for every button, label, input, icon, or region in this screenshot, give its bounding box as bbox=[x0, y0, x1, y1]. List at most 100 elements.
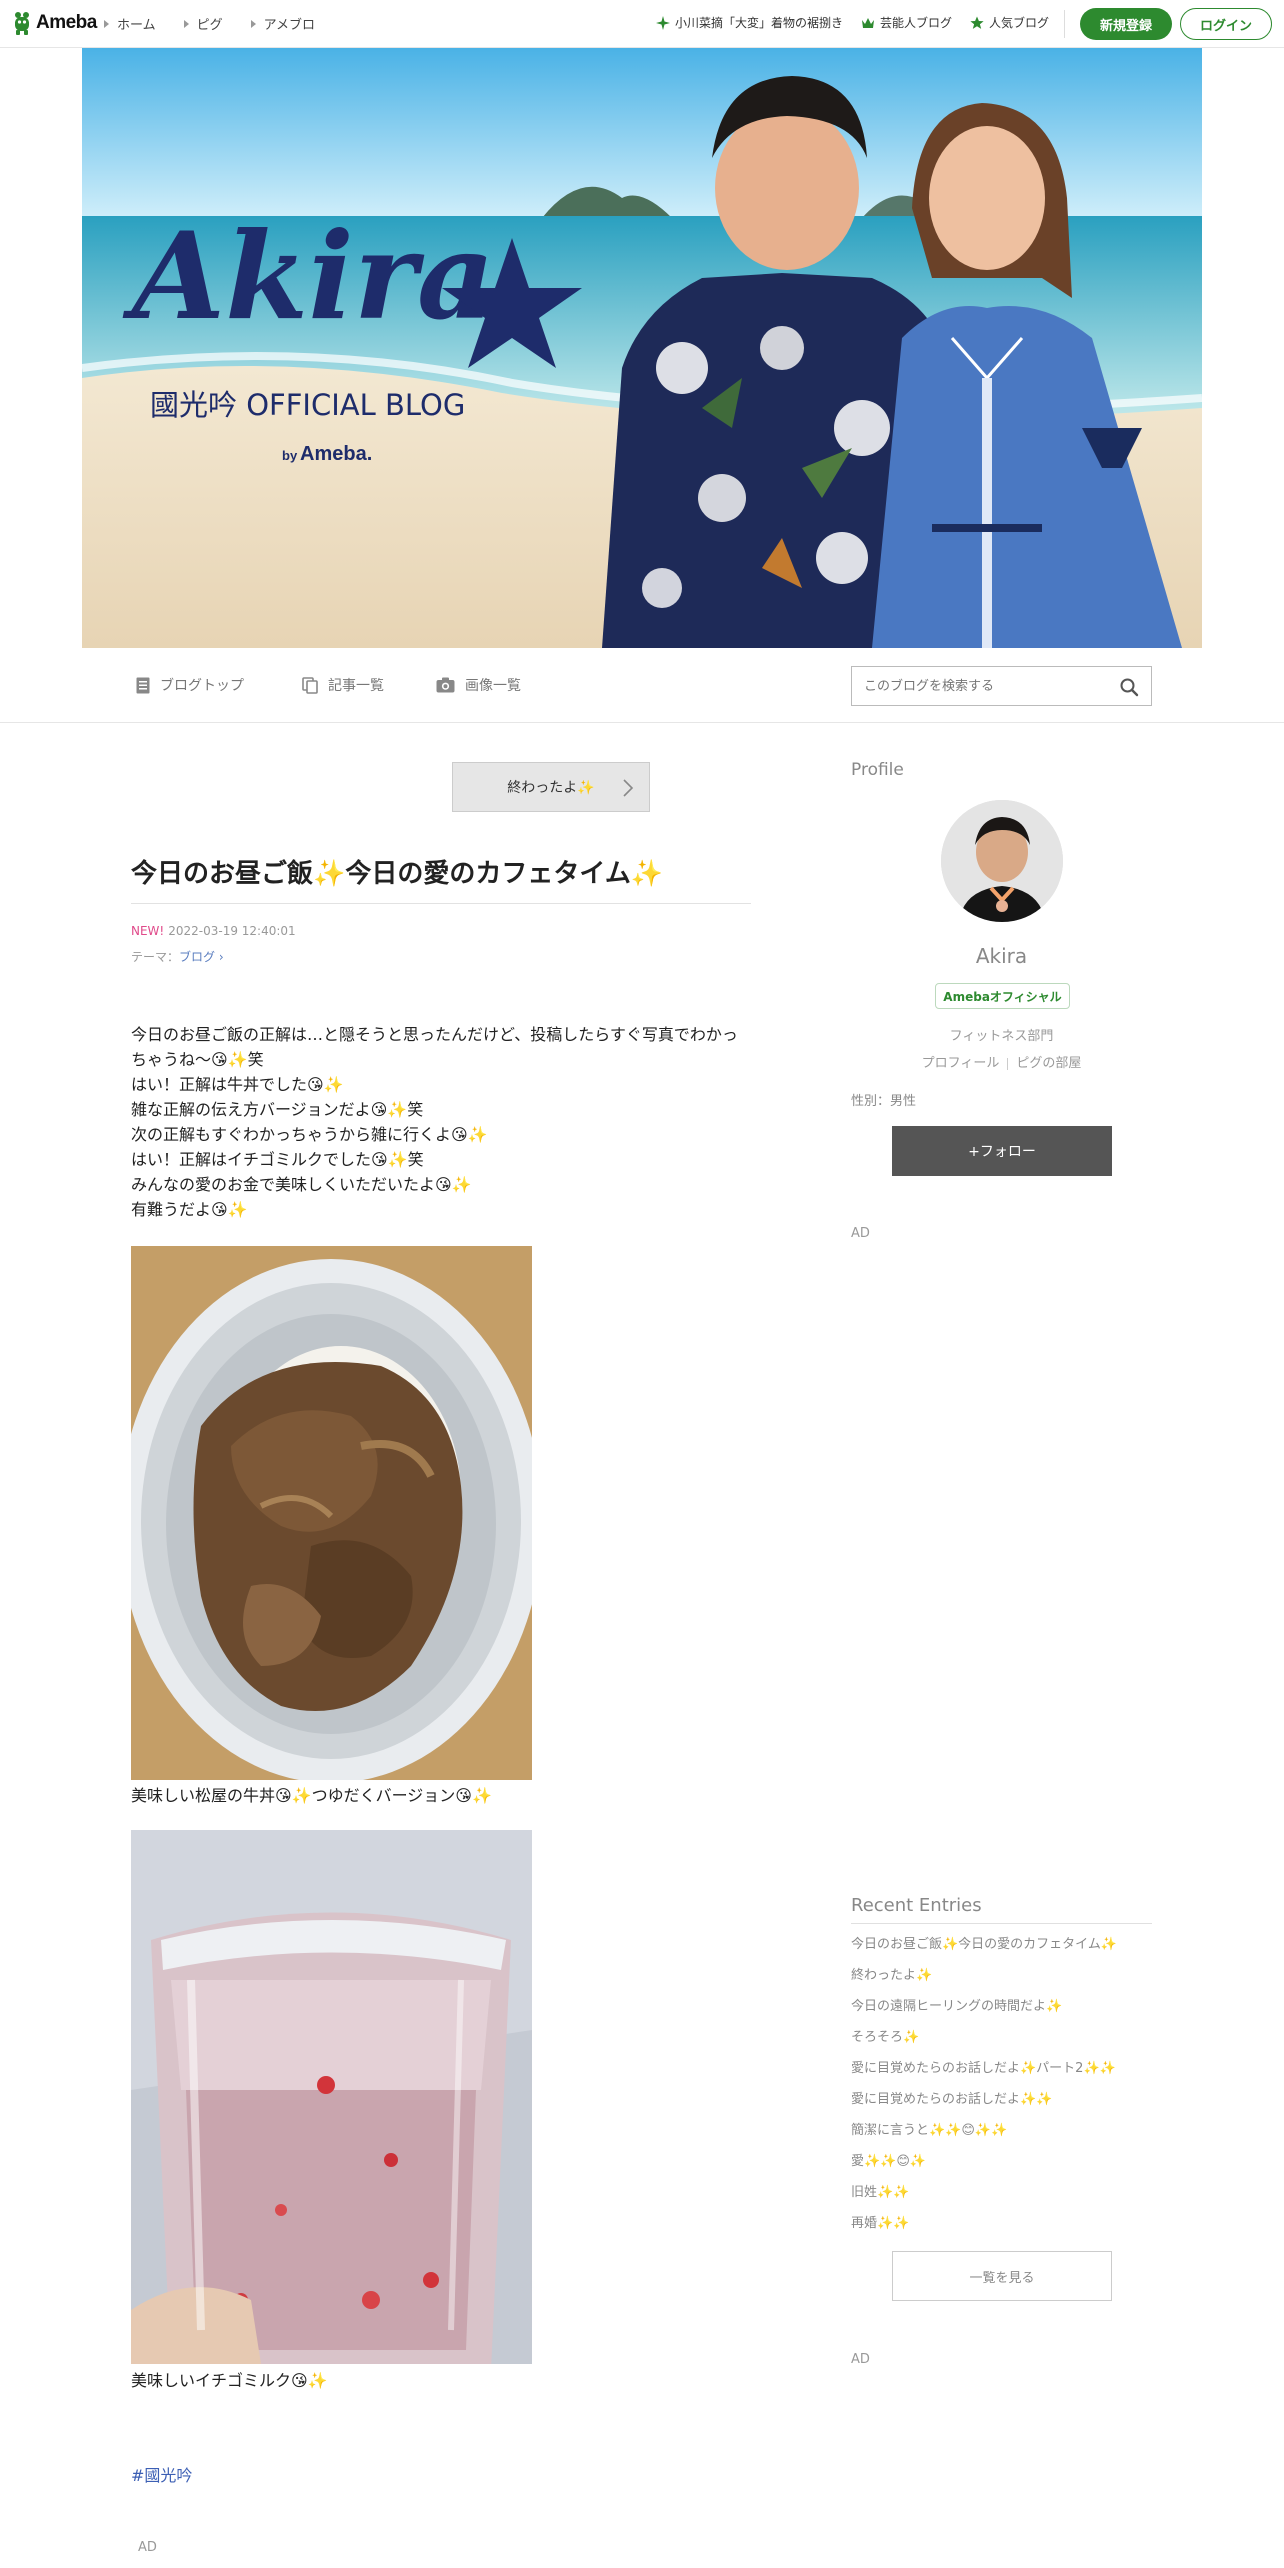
triangle-right-icon bbox=[250, 19, 256, 28]
body-line: はい！正解は牛丼でした😘✨ bbox=[131, 1075, 344, 1094]
avatar[interactable] bbox=[941, 800, 1063, 922]
popular-blog-label: 人気ブログ bbox=[989, 16, 1050, 30]
blog-search-input[interactable] bbox=[852, 667, 1092, 705]
signup-button[interactable]: 新規登録 bbox=[1080, 8, 1172, 40]
nav-ameblo-label: アメブロ bbox=[263, 18, 315, 33]
blog-nav: ブログトップ 記事一覧 画像一覧 bbox=[0, 649, 1284, 723]
chevron-right-icon bbox=[623, 779, 634, 797]
recent-entry[interactable]: 愛✨✨😊✨ bbox=[851, 2152, 1117, 2183]
recent-entries-heading: Recent Entries bbox=[851, 1895, 982, 1916]
profile-category[interactable]: フィットネス部門 bbox=[851, 1025, 1152, 1044]
hashtag-link[interactable]: #國光吟 bbox=[131, 2462, 192, 2486]
profile-heading: Profile bbox=[851, 760, 904, 780]
celebrity-blog-link[interactable]: 芸能人ブログ bbox=[861, 14, 952, 31]
body-line: 今日のお昼ご飯の正解は…と隠そうと思ったんだけど、投稿したらすぐ写真でわかっちゃ… bbox=[131, 1025, 738, 1069]
blog-top-label: ブログトップ bbox=[160, 678, 244, 694]
recent-divider bbox=[851, 1923, 1152, 1924]
strawberry-milk-image bbox=[131, 1830, 532, 2364]
ad-label: AD bbox=[138, 2540, 157, 2555]
banner-by: by bbox=[282, 448, 298, 463]
topic-link-label: 小川菜摘「大変」着物の裾捌き bbox=[675, 16, 844, 30]
ad-label: AD bbox=[851, 2352, 870, 2367]
crown-icon bbox=[862, 17, 875, 28]
nav-pig[interactable]: ピグ bbox=[183, 14, 223, 33]
strawberry-milk-photo[interactable] bbox=[131, 1830, 532, 2364]
blog-top-link[interactable]: ブログトップ bbox=[136, 675, 244, 695]
banner-title-script: Akira bbox=[122, 206, 495, 347]
search-icon[interactable] bbox=[1119, 677, 1139, 697]
ameba-mascot-icon bbox=[15, 12, 29, 35]
recent-entries-list: 今日のお昼ご飯✨今日の愛のカフェタイム✨ 終わったよ✨ 今日の遠隔ヒーリングの時… bbox=[851, 1935, 1117, 2245]
link-divider bbox=[1007, 1057, 1009, 1070]
profile-links: プロフィール ピグの部屋 bbox=[851, 1052, 1152, 1071]
document-icon bbox=[136, 677, 150, 693]
article-list-link[interactable]: 記事一覧 bbox=[302, 675, 384, 695]
title-divider bbox=[131, 903, 751, 904]
banner-subtitle: 國光吟 OFFICIAL BLOG bbox=[150, 388, 465, 422]
view-all-button[interactable]: 一覧を見る bbox=[892, 2251, 1112, 2301]
image-list-link[interactable]: 画像一覧 bbox=[436, 675, 521, 695]
body-line: みんなの愛のお金で美味しくいただいたよ😘✨ bbox=[131, 1175, 472, 1194]
header-divider bbox=[1064, 10, 1065, 38]
star-icon bbox=[970, 16, 984, 29]
article-date: 2022-03-19 12:40:01 bbox=[168, 924, 296, 938]
topic-link[interactable]: 小川菜摘「大変」着物の裾捌き bbox=[656, 14, 843, 31]
profile-gender: 性別：男性 bbox=[851, 1094, 917, 1109]
gyudon-image bbox=[131, 1246, 532, 1780]
body-line: 有難うだよ😘✨ bbox=[131, 1200, 248, 1219]
article-list-label: 記事一覧 bbox=[328, 678, 384, 694]
ameba-logo[interactable]: Ameba bbox=[12, 10, 97, 36]
image-list-label: 画像一覧 bbox=[465, 678, 521, 694]
login-button[interactable]: ログイン bbox=[1180, 8, 1272, 40]
nav-ameblo[interactable]: アメブロ bbox=[250, 14, 315, 33]
avatar-image bbox=[941, 800, 1063, 922]
nav-home-label: ホーム bbox=[117, 18, 156, 33]
blog-header-banner[interactable]: Akira 國光吟 OFFICIAL BLOG by Ameba. bbox=[82, 48, 1202, 648]
popular-blog-link[interactable]: 人気ブログ bbox=[970, 14, 1049, 31]
recent-entry[interactable]: 今日のお昼ご飯✨今日の愛のカフェタイム✨ bbox=[851, 1935, 1117, 1966]
recent-entry[interactable]: 再婚✨✨ bbox=[851, 2214, 1117, 2245]
sparkle-icon bbox=[656, 15, 670, 30]
recent-entry[interactable]: 愛に目覚めたらのお話しだよ✨パート2✨✨ bbox=[851, 2059, 1117, 2090]
gyudon-photo[interactable] bbox=[131, 1246, 532, 1780]
camera-icon bbox=[436, 677, 455, 693]
recent-entry[interactable]: 愛に目覚めたらのお話しだよ✨✨ bbox=[851, 2090, 1117, 2121]
chevron-right-icon: › bbox=[218, 950, 224, 964]
official-badge: Amebaオフィシャル bbox=[935, 983, 1070, 1009]
body-line: はい！正解はイチゴミルクでした😘✨笑 bbox=[131, 1150, 424, 1169]
theme-prefix: テーマ： bbox=[131, 950, 180, 964]
top-links: 小川菜摘「大変」着物の裾捌き 芸能人ブログ 人気ブログ bbox=[656, 14, 1049, 31]
ad-label: AD bbox=[851, 1226, 870, 1241]
logo-text: Ameba bbox=[36, 12, 97, 33]
next-article-button[interactable]: 終わったよ✨ bbox=[452, 762, 650, 812]
recent-entry[interactable]: 簡潔に言うと✨✨😊✨✨ bbox=[851, 2121, 1117, 2152]
recent-entry[interactable]: 今日の遠隔ヒーリングの時間だよ✨ bbox=[851, 1997, 1117, 2028]
pig-room-link[interactable]: ピグの部屋 bbox=[1016, 1056, 1081, 1071]
new-badge: NEW! bbox=[131, 924, 165, 938]
theme-link[interactable]: ブログ bbox=[179, 950, 215, 964]
article-body: 今日のお昼ご飯の正解は…と隠そうと思ったんだけど、投稿したらすぐ写真でわかっちゃ… bbox=[131, 1022, 751, 1222]
article-title[interactable]: 今日のお昼ご飯✨今日の愛のカフェタイム✨ bbox=[131, 853, 663, 890]
follow-button[interactable]: +フォロー bbox=[892, 1126, 1112, 1176]
triangle-right-icon bbox=[183, 19, 189, 28]
global-nav: ホーム ピグ アメブロ bbox=[104, 14, 315, 33]
copy-icon bbox=[302, 676, 318, 694]
banner-image: Akira 國光吟 OFFICIAL BLOG by Ameba. bbox=[82, 48, 1202, 648]
photo-caption: 美味しい松屋の牛丼😘✨つゆだくバージョン😘✨ bbox=[131, 1786, 492, 1805]
profile-link[interactable]: プロフィール bbox=[922, 1056, 1000, 1071]
recent-entry[interactable]: 終わったよ✨ bbox=[851, 1966, 1117, 1997]
photo-caption: 美味しいイチゴミルク😘✨ bbox=[131, 2371, 328, 2390]
blog-search bbox=[851, 666, 1152, 706]
nav-pig-label: ピグ bbox=[196, 18, 223, 33]
body-line: 次の正解もすぐわかっちゃうから雑に行くよ😘✨ bbox=[131, 1125, 488, 1144]
profile-name[interactable]: Akira bbox=[851, 944, 1152, 968]
next-article-label: 終わったよ✨ bbox=[507, 780, 595, 796]
body-line: 雑な正解の伝え方バージョンだよ😘✨笑 bbox=[131, 1100, 424, 1119]
recent-entry[interactable]: そろそろ✨ bbox=[851, 2028, 1117, 2059]
nav-home[interactable]: ホーム bbox=[104, 14, 156, 33]
celebrity-blog-label: 芸能人ブログ bbox=[880, 16, 953, 30]
article-meta: NEW! 2022-03-19 12:40:01 bbox=[131, 924, 296, 938]
global-header: Ameba ホーム ピグ アメブロ 小川菜摘「大変」着物の裾捌き 芸能人ブログ … bbox=[0, 0, 1284, 48]
banner-by-brand: Ameba. bbox=[300, 443, 372, 465]
recent-entry[interactable]: 旧姓✨✨ bbox=[851, 2183, 1117, 2214]
